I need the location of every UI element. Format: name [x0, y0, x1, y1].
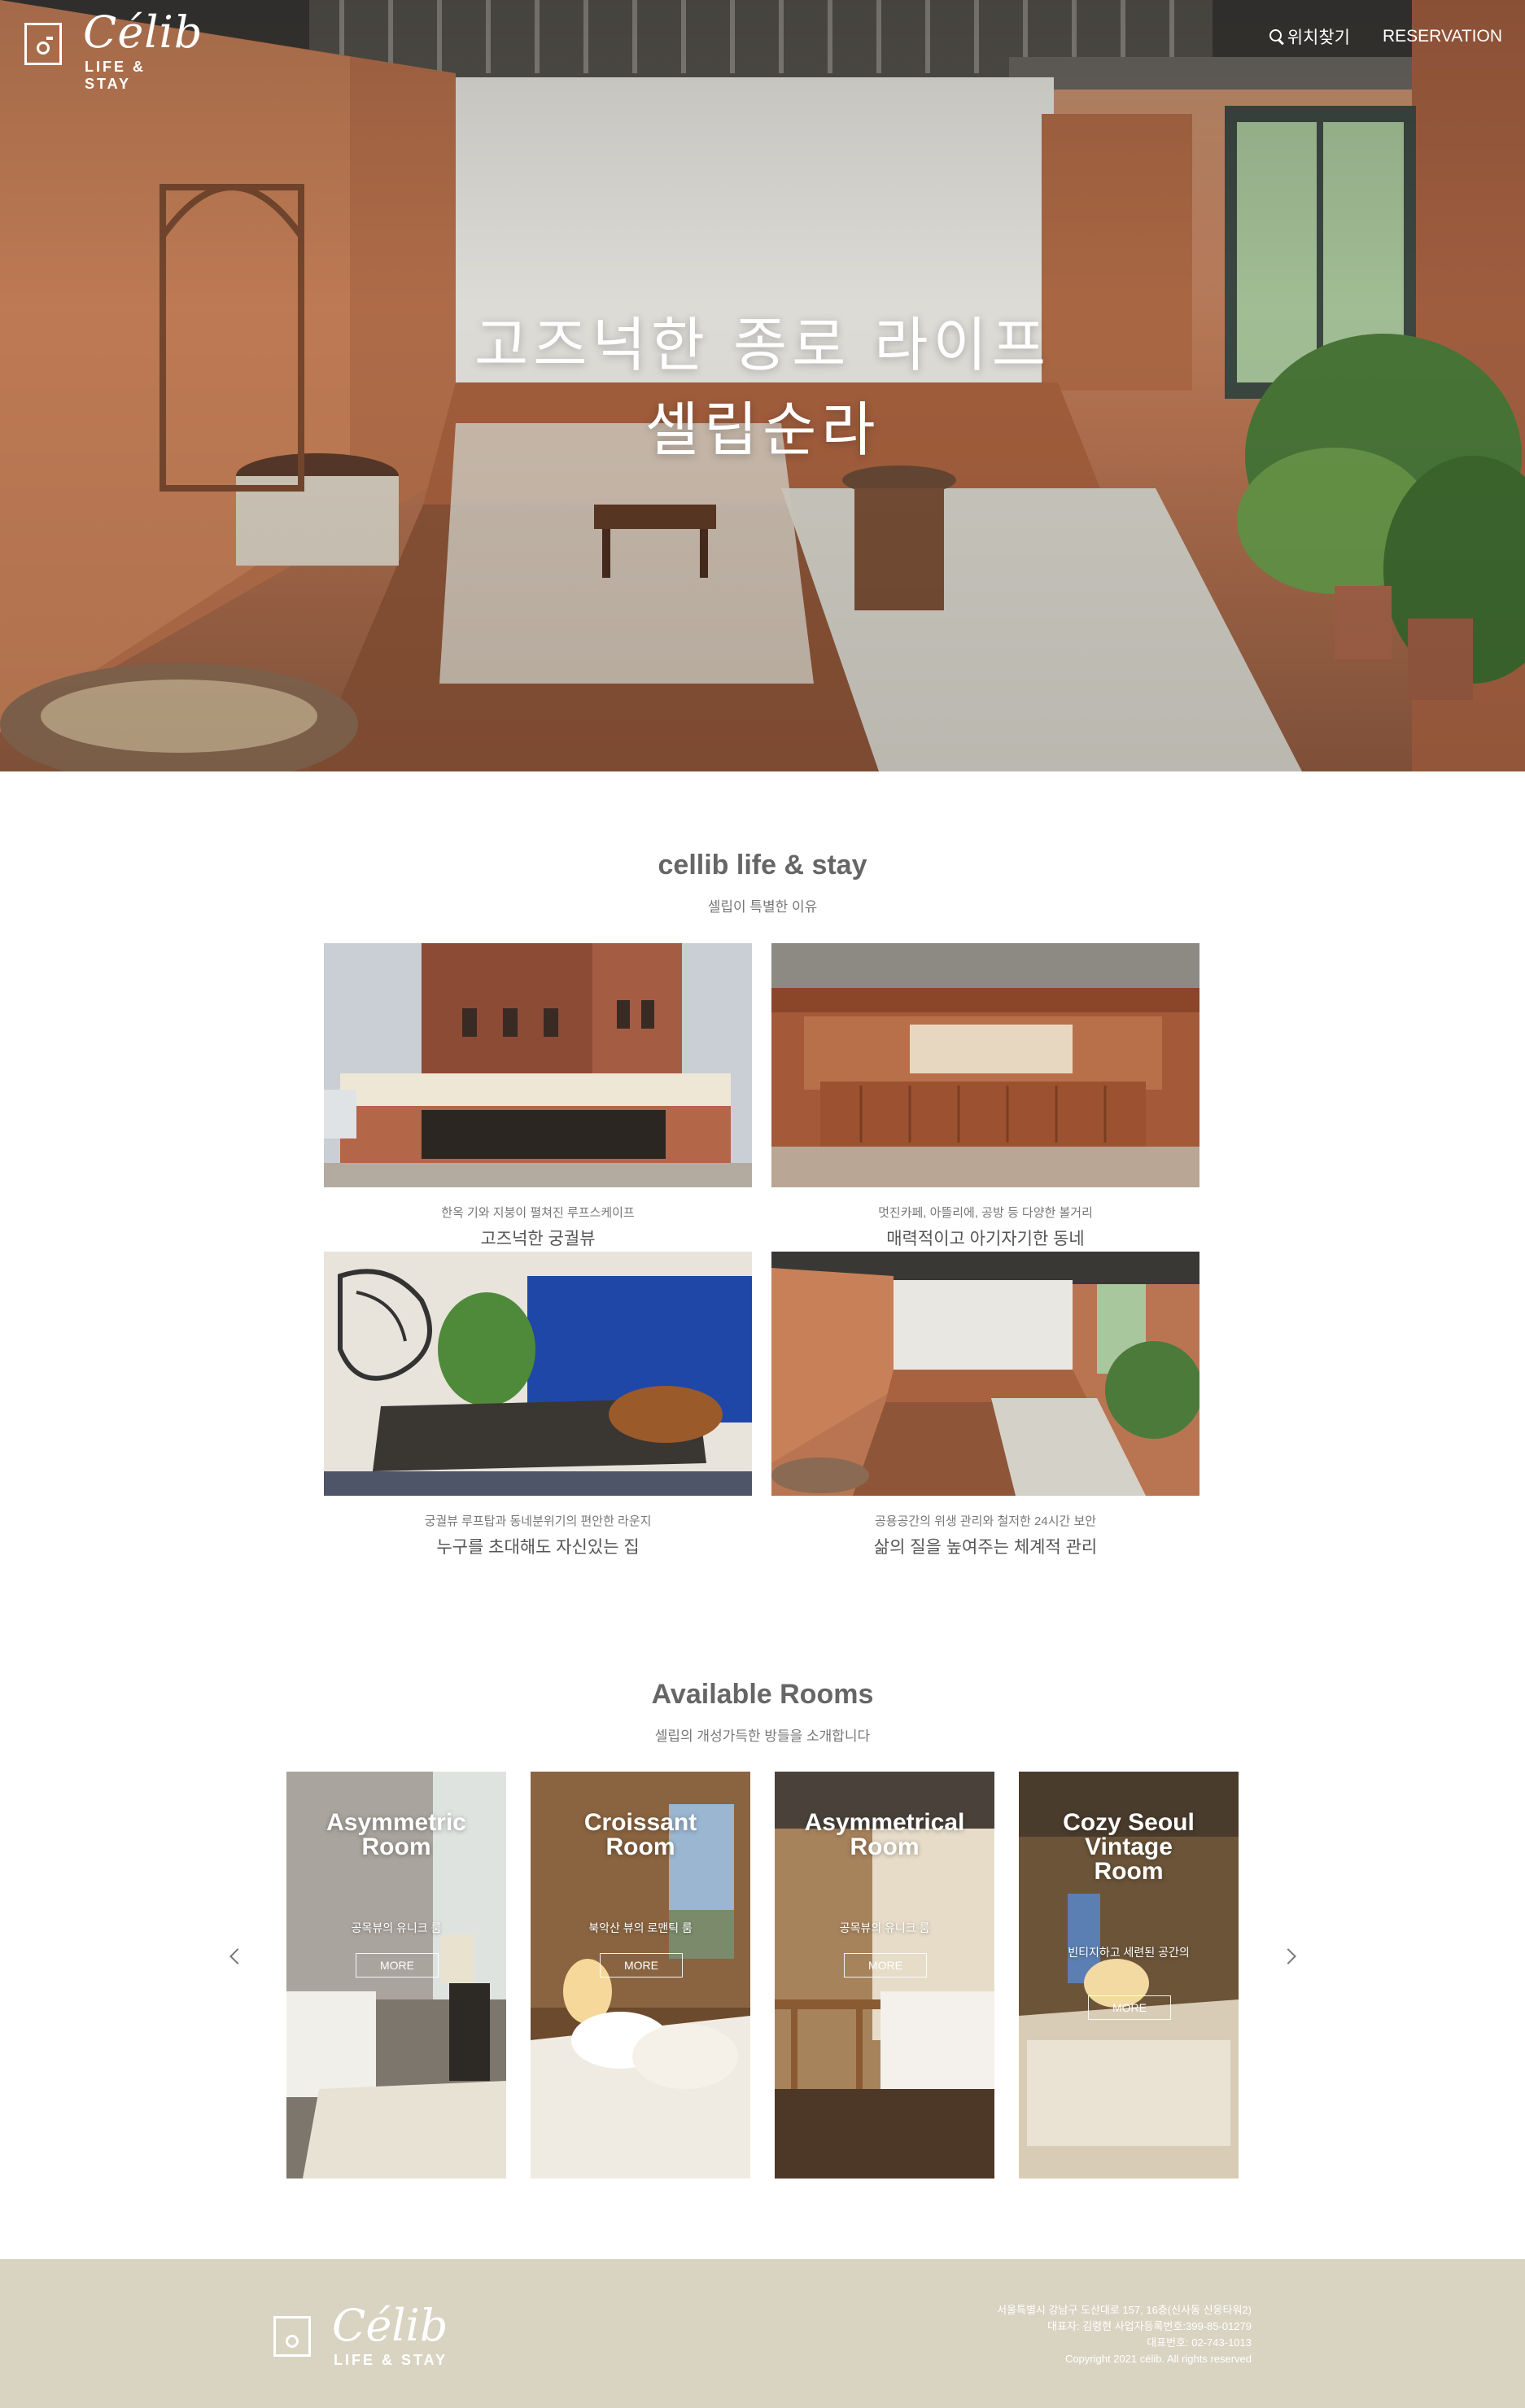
feature-caption-small: 공용공간의 위생 관리와 철저한 24시간 보안	[874, 1514, 1097, 1528]
room-name: Asymmetrical Room	[804, 1809, 965, 1860]
reservation-link[interactable]: RESERVATION	[1383, 27, 1502, 46]
footer-ceo: 대표자: 김령현 사업자등록번호:399-85-01279	[1047, 2320, 1252, 2332]
feature-photo-lounge	[324, 1252, 752, 1496]
footer-logo-wordmark: Célib	[332, 2300, 448, 2351]
room-card[interactable]: Asymmetric Room 공목뷰의 유니크 룸 MORE	[286, 1772, 506, 2179]
room-description: 공목뷰의 유니크 룸	[839, 1921, 930, 1934]
feature-caption-small: 멋진카페, 아뜰리에, 공방 등 다양한 볼거리	[878, 1206, 1093, 1220]
footer-address: 서울특별시 강남구 도산대로 157, 16층(신사동 신웅타워2)	[997, 2304, 1252, 2316]
hero-headline-line1: 고즈넉한 종로 라이프	[474, 311, 1051, 379]
hero-headline-line2: 셀립순라	[645, 396, 880, 464]
rooms-title: Available Rooms	[651, 1679, 874, 1710]
room-name: Asymmetric Room	[326, 1809, 466, 1860]
logo-tagline: LIFE & STAY	[85, 59, 146, 92]
footer-copyright: Copyright 2021 célib. All rights reserve…	[1064, 2353, 1252, 2365]
logo-wordmark: Célib	[83, 7, 203, 58]
feature-caption-title: 매력적이고 아기자기한 동네	[886, 1230, 1085, 1248]
rooms-subtitle: 셀립의 개성가득한 방들을 소개합니다	[654, 1728, 871, 1744]
room-description: 빈티지하고 세련된 공간의	[1068, 1946, 1190, 1959]
rooms-carousel: Asymmetric Room 공목뷰의 유니크 룸 MORE Croissan…	[0, 1750, 1525, 2189]
feature-caption-small: 한옥 기와 지붕이 펼쳐진 루프스케이프	[441, 1206, 635, 1220]
feature-caption-title: 삶의 질을 높여주는 체계적 관리	[873, 1538, 1098, 1557]
feature-photo-cafe	[771, 943, 1199, 1187]
room-name: Croissant Room	[583, 1809, 697, 1860]
room-more-button[interactable]: MORE	[600, 1953, 683, 1978]
room-card[interactable]: Asymmetrical Room 공목뷰의 유니크 룸 MORE	[775, 1772, 994, 2179]
room-more-button[interactable]: MORE	[1088, 1995, 1171, 2020]
feature-card: 멋진카페, 아뜰리에, 공방 등 다양한 볼거리 매력적이고 아기자기한 동네	[771, 943, 1199, 1250]
room-card[interactable]: Cozy Seoul Vintage Room 빈티지하고 세련된 공간의 MO…	[1019, 1772, 1239, 2179]
feature-caption-small: 궁궐뷰 루프탑과 동네분위기의 편안한 라운지	[424, 1514, 652, 1528]
hero-banner: Célib LIFE & STAY 위치찾기 RESERVATION 고즈넉한 …	[0, 0, 1525, 771]
chevron-right-icon[interactable]	[1281, 1947, 1300, 1966]
about-subtitle: 셀립이 특별한 이유	[707, 899, 818, 915]
logo-frame-icon	[24, 23, 62, 65]
room-more-button[interactable]: MORE	[356, 1953, 439, 1978]
feature-photo-building	[324, 943, 752, 1187]
footer-company-info: 서울특별시 강남구 도산대로 157, 16층(신사동 신웅타워2) 대표자: …	[997, 2302, 1252, 2367]
room-description: 공목뷰의 유니크 룸	[351, 1921, 442, 1934]
site-logo[interactable]: Célib LIFE & STAY	[24, 7, 202, 92]
footer-logo[interactable]: Célib LIFE & STAY	[273, 2300, 452, 2373]
feature-photo-hall	[771, 1252, 1199, 1496]
room-card[interactable]: Croissant Room 북악산 뷰의 로맨틱 룸 MORE	[531, 1772, 750, 2179]
feature-card: 한옥 기와 지붕이 펼쳐진 루프스케이프 고즈넉한 궁궐뷰	[324, 943, 752, 1250]
feature-caption-title: 고즈넉한 궁궐뷰	[480, 1230, 596, 1248]
room-more-button[interactable]: MORE	[844, 1953, 927, 1978]
top-navigation: 위치찾기 RESERVATION	[1269, 24, 1502, 49]
footer-logo-tagline: LIFE & STAY	[334, 2352, 448, 2368]
logo-frame-icon	[273, 2316, 311, 2357]
feature-card: 궁궐뷰 루프탑과 동네분위기의 편안한 라운지 누구를 초대해도 자신있는 집	[324, 1252, 752, 1558]
search-icon	[1269, 29, 1284, 44]
feature-card: 공용공간의 위생 관리와 철저한 24시간 보안 삶의 질을 높여주는 체계적 …	[771, 1252, 1199, 1558]
chevron-left-icon[interactable]	[225, 1947, 244, 1966]
room-name: Cozy Seoul Vintage Room	[1063, 1809, 1195, 1885]
hero-headline: 고즈넉한 종로 라이프 셀립순라	[0, 303, 1525, 472]
room-description: 북악산 뷰의 로맨틱 룸	[588, 1921, 693, 1934]
location-link-label: 위치찾기	[1287, 28, 1350, 47]
feature-caption-title: 누구를 초대해도 자신있는 집	[436, 1538, 640, 1557]
footer-phone: 대표번호: 02-743-1013	[1147, 2336, 1252, 2349]
about-title: cellib life & stay	[658, 850, 867, 881]
location-link[interactable]: 위치찾기	[1269, 24, 1350, 49]
site-footer: Célib LIFE & STAY 서울특별시 강남구 도산대로 157, 16…	[0, 2259, 1525, 2408]
